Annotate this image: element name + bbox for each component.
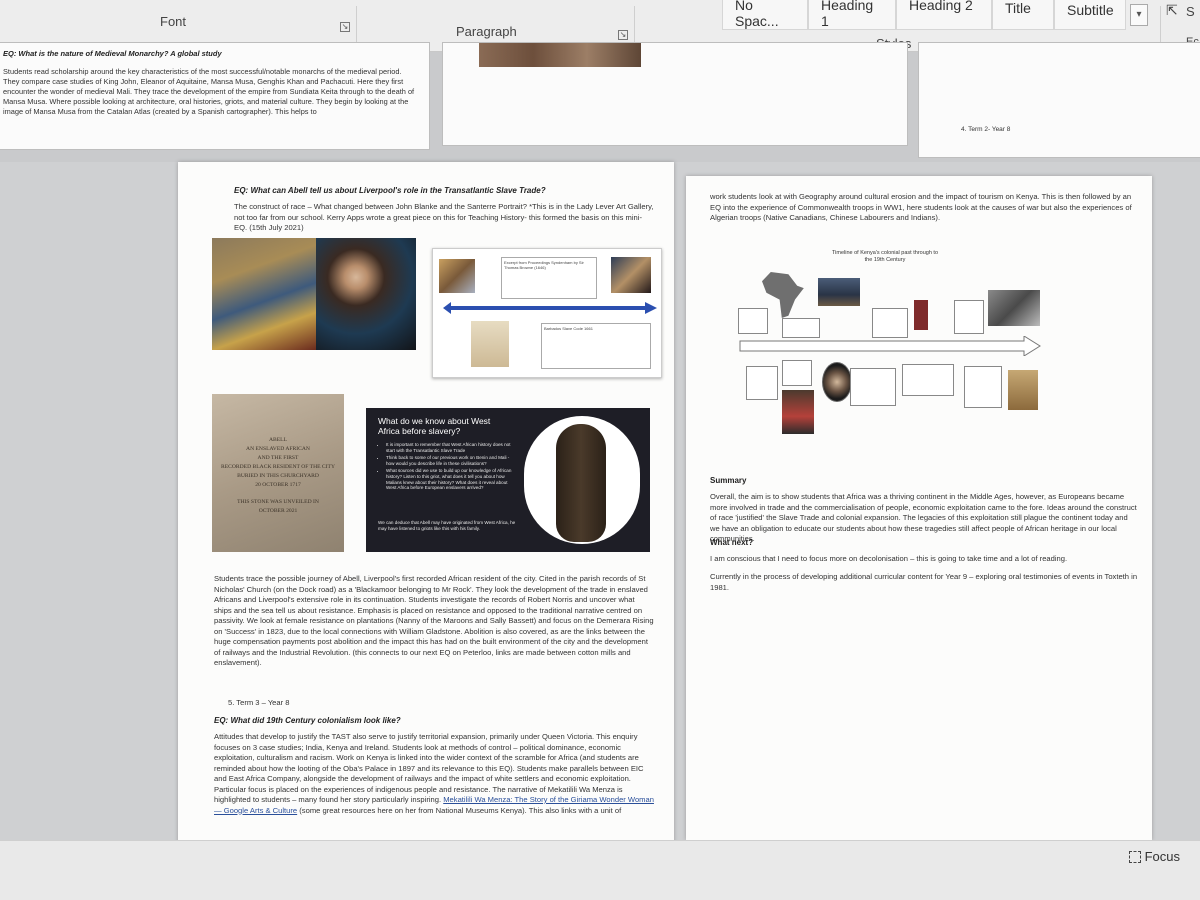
font-group-label: Font — [160, 14, 187, 29]
timeline-box-barbados: Barbados Slave Code 1661 — [541, 323, 651, 369]
paragraph-group-label: Paragraph — [456, 24, 517, 39]
gravestone-line: AN ENSLAVED AFRICAN — [246, 446, 310, 452]
style-no-spacing[interactable]: No Spac... — [722, 0, 808, 30]
race-timeline-slide: Excerpt from Proceedings Syndenham by Si… — [432, 248, 662, 378]
slide-bullet: It is important to remember that West Af… — [386, 442, 518, 453]
gravestone-line: ABELL — [268, 437, 288, 443]
font-dialog-launcher-icon[interactable]: ↘ — [340, 22, 350, 32]
styles-gallery-more-icon[interactable]: ▾ — [1130, 4, 1148, 26]
style-subtitle[interactable]: Subtitle — [1054, 0, 1126, 30]
santerre-portrait-image — [316, 238, 416, 350]
colonialism-eq-heading: EQ: What did 19th Century colonialism lo… — [214, 716, 401, 725]
kenya-photo-1 — [818, 278, 860, 306]
timeline-arrow — [443, 302, 657, 314]
abell-gravestone-image: ABELL AN ENSLAVED AFRICAN AND THE FIRST REC… — [212, 394, 344, 552]
gravestone-line: 20 OCTOBER 1717 — [255, 482, 301, 488]
timeline-event-box — [902, 364, 954, 396]
slide-title: What do we know about West Africa before… — [378, 416, 491, 436]
timeline-event-box — [782, 318, 820, 338]
historical-figure-image — [782, 390, 814, 434]
slide-bullet-list: It is important to remember that West Af… — [386, 442, 518, 493]
timeline-event-box — [738, 308, 768, 334]
portrait-oval-image — [822, 362, 852, 402]
stamp-image — [1008, 370, 1038, 410]
previous-pages-strip: EQ: What is the nature of Medieval Monar… — [0, 42, 1200, 162]
timeline-box-browne: Excerpt from Proceedings Syndenham by Si… — [501, 257, 597, 299]
timeline-event-box — [954, 300, 984, 334]
timeline-event-box — [746, 366, 778, 400]
document-page-left: EQ: What can Abell tell us about Liverpo… — [178, 162, 674, 850]
style-title[interactable]: Title — [992, 0, 1054, 30]
timeline-event-box — [850, 368, 896, 406]
catalan-atlas-image — [479, 43, 641, 67]
abell-eq-heading: EQ: What can Abell tell us about Liverpo… — [234, 186, 546, 195]
previous-page-right: 4. Term 2- Year 8 — [918, 42, 1200, 158]
slide-conclusion: We can deduce that Abell may have origin… — [378, 520, 516, 531]
term2-label: 4. Term 2- Year 8 — [961, 126, 1011, 133]
slide-thumbnail-image — [439, 259, 475, 293]
status-bar: Focus — [0, 840, 1200, 900]
term3-label: 5. Term 3 – Year 8 — [228, 698, 290, 707]
previous-page-middle — [442, 42, 908, 146]
focus-mode-button[interactable]: Focus — [1128, 849, 1180, 864]
style-heading-1[interactable]: Heading 1 — [808, 0, 896, 30]
ribbon-separator — [1160, 6, 1161, 46]
ife-bronze-head-image — [556, 424, 606, 542]
commonwealth-troops-paragraph: work students look at with Geography aro… — [710, 192, 1132, 222]
kenya-photo-2 — [988, 290, 1040, 326]
construct-of-race-paragraph: The construct of race – What changed bet… — [234, 202, 654, 232]
slide-portrait-thumbnail — [611, 257, 651, 293]
gravestone-line: THIS STONE WAS UNVEILED IN — [237, 499, 319, 505]
gravestone-line: RECORDED BLACK RESIDENT OF THE CITY — [220, 464, 335, 470]
colonialism-paragraph: Attitudes that develop to justify the TA… — [214, 732, 654, 815]
timeline-event-box — [872, 308, 908, 338]
slide-bullet: Think back to some of our previous work … — [386, 455, 518, 466]
document-page-right: work students look at with Geography aro… — [686, 176, 1152, 840]
medieval-eq-heading: EQ: What is the nature of Medieval Monar… — [3, 49, 222, 58]
gravestone-line: OCTOBER 2021 — [258, 508, 298, 514]
kenya-timeline-arrow — [739, 336, 1041, 356]
kenya-timeline-title: Timeline of Kenya's colonial past throug… — [831, 250, 939, 263]
book-cover-image — [914, 300, 928, 330]
summary-paragraph: Overall, the aim is to show students tha… — [710, 492, 1137, 543]
what-next-heading: What next? — [710, 538, 754, 547]
focus-icon — [1128, 851, 1141, 863]
john-blanke-image — [212, 238, 316, 350]
gravestone-line: AND THE FIRST — [257, 455, 299, 461]
summary-heading: Summary — [710, 476, 747, 485]
paragraph-dialog-launcher-icon[interactable]: ↘ — [618, 30, 628, 40]
west-africa-slide: What do we know about West Africa before… — [366, 408, 650, 552]
select-label[interactable]: S — [1186, 4, 1195, 19]
decolonisation-paragraph: I am conscious that I need to focus more… — [710, 554, 1068, 563]
slide-bullet: What sources did we use to build up our … — [386, 468, 518, 490]
abell-journey-paragraph: Students trace the possible journey of A… — [214, 574, 654, 667]
select-cursor-icon[interactable]: ⇱ — [1166, 2, 1178, 19]
document-thumbnail-image — [471, 321, 509, 367]
year9-paragraph: Currently in the process of developing a… — [710, 572, 1138, 592]
gravestone-inscription: ABELL AN ENSLAVED AFRICAN AND THE FIRST REC… — [216, 436, 340, 516]
medieval-eq-body: Students read scholarship around the key… — [3, 67, 415, 116]
africa-map-image — [762, 272, 804, 318]
previous-page-left: EQ: What is the nature of Medieval Monar… — [0, 42, 430, 150]
timeline-event-box — [964, 366, 1002, 408]
ribbon-separator — [634, 6, 635, 46]
ribbon-separator — [356, 6, 357, 46]
style-heading-2[interactable]: Heading 2 — [896, 0, 992, 30]
timeline-event-box — [782, 360, 812, 386]
gravestone-line: BURIED IN THIS CHURCHYARD — [237, 473, 319, 479]
